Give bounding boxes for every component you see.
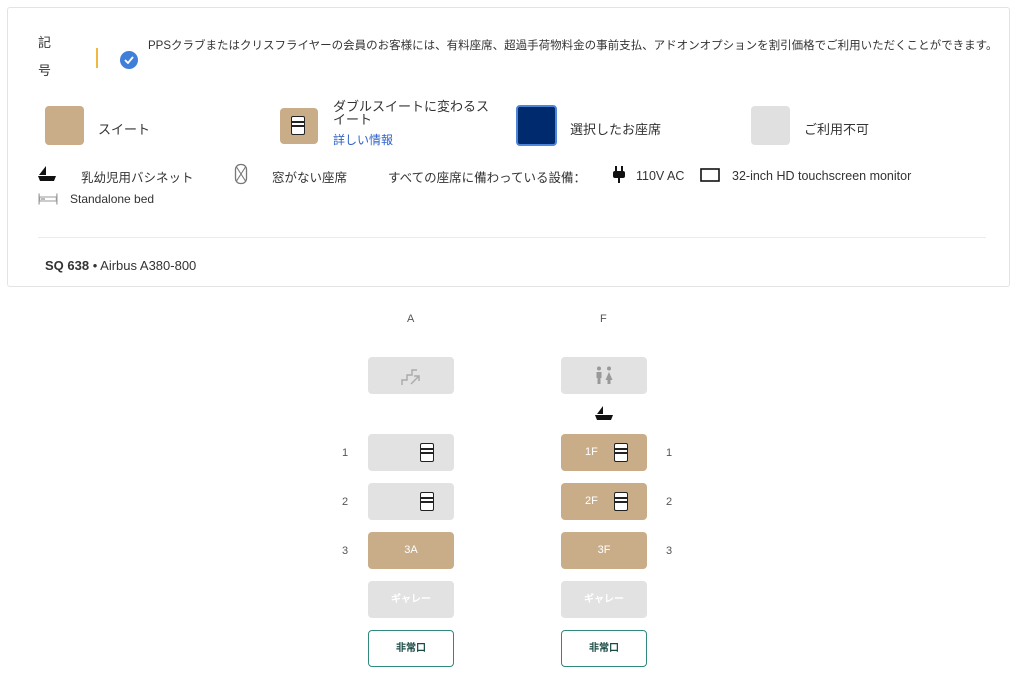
seat-3a-code: 3A xyxy=(404,544,418,556)
unavailable-swatch xyxy=(751,106,790,145)
flight-info: SQ 638 • Airbus A380-800 xyxy=(45,258,196,273)
emergency-exit-left: 非常口 xyxy=(368,630,454,667)
galley-right: ギャレー xyxy=(561,581,647,618)
lavatory-icon xyxy=(596,366,613,384)
row-number-1-left: 1 xyxy=(342,447,349,459)
all-seats-amenities-label: すべての座席に備わっている設備： xyxy=(388,171,587,185)
double-bed-icon xyxy=(291,116,305,135)
no-window-label: 窓がない座席 xyxy=(272,171,348,185)
row-number-2-right: 2 xyxy=(666,496,673,508)
standalone-bed-icon xyxy=(38,192,58,210)
seat-3f-code: 3F xyxy=(597,544,611,556)
flight-number: SQ 638 xyxy=(45,258,90,273)
double-bed-icon xyxy=(614,443,628,462)
row-number-1-right: 1 xyxy=(666,447,673,459)
stairs-icon xyxy=(401,369,420,385)
bassinet-icon xyxy=(594,405,614,426)
seat-1a xyxy=(368,434,454,471)
double-suite-more-info-link[interactable]: 詳しい情報 xyxy=(333,131,393,148)
seat-3f[interactable]: 3F xyxy=(561,532,647,569)
lavatory-block xyxy=(561,357,647,394)
power-plug-icon xyxy=(612,166,626,189)
selected-seat-swatch xyxy=(516,105,557,146)
seat-1f-code: 1F xyxy=(585,446,598,458)
member-discount-note: PPSクラブまたはクリスフライヤーの会員のお客様には、有料座席、超過手荷物料金の… xyxy=(148,40,998,52)
no-window-icon xyxy=(234,163,248,190)
galley-left: ギャレー xyxy=(368,581,454,618)
legend-key-label: 記 号 xyxy=(38,29,54,85)
column-header-a: A xyxy=(407,313,415,325)
power-label: 110V AC xyxy=(636,169,685,183)
standalone-bed-label: Standalone bed xyxy=(70,192,155,206)
double-suite-swatch xyxy=(280,108,318,144)
monitor-icon xyxy=(700,168,720,187)
seat-1f[interactable]: 1F xyxy=(561,434,647,471)
suite-label: スイート xyxy=(98,122,151,137)
seat-2f-code: 2F xyxy=(585,495,598,507)
check-icon xyxy=(120,51,138,69)
seat-2f[interactable]: 2F xyxy=(561,483,647,520)
double-bed-icon xyxy=(420,492,434,511)
legend-separator xyxy=(38,237,986,238)
row-number-3-left: 3 xyxy=(342,545,349,557)
stairs-block xyxy=(368,357,454,394)
flight-separator: • xyxy=(89,258,101,273)
double-bed-icon xyxy=(420,443,434,462)
selected-seat-label: 選択したお座席 xyxy=(570,122,662,137)
unavailable-label: ご利用不可 xyxy=(804,122,870,137)
aircraft-type: Airbus A380-800 xyxy=(100,258,197,273)
double-suite-label: ダブルスイートに変わるスイート xyxy=(333,99,490,127)
row-number-3-right: 3 xyxy=(666,545,673,557)
double-bed-icon xyxy=(614,492,628,511)
suite-swatch xyxy=(45,106,84,145)
legend-key-line1: 記 xyxy=(38,35,52,50)
seat-3a[interactable]: 3A xyxy=(368,532,454,569)
legend-divider xyxy=(96,48,98,68)
bassinet-label: 乳幼児用バシネット xyxy=(81,171,194,185)
bassinet-icon xyxy=(37,165,57,188)
legend-card: 記 号 PPSクラブまたはクリスフライヤーの会員のお客様には、有料座席、超過手荷… xyxy=(7,7,1010,287)
monitor-label: 32-inch HD touchscreen monitor xyxy=(732,169,912,183)
emergency-exit-right: 非常口 xyxy=(561,630,647,667)
row-number-2-left: 2 xyxy=(342,496,349,508)
column-header-f: F xyxy=(600,313,607,325)
legend-key-line2: 号 xyxy=(38,63,52,78)
seat-2a xyxy=(368,483,454,520)
